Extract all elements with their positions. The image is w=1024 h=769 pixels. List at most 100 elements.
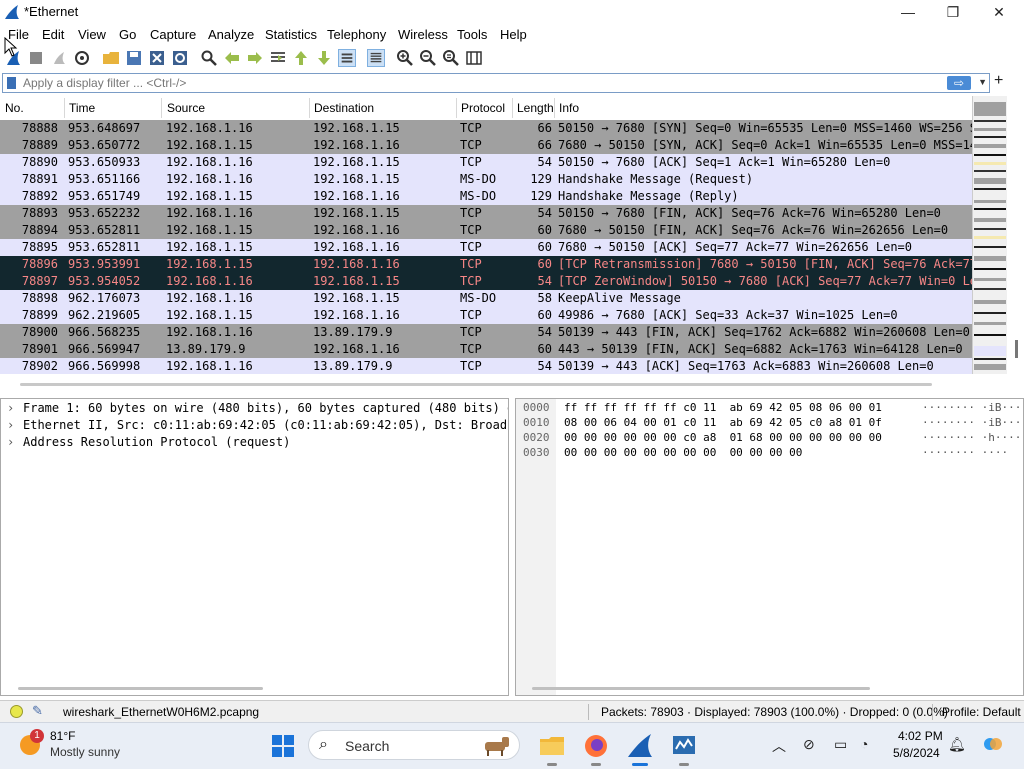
restart-capture-icon[interactable] <box>50 49 68 67</box>
packet-details-pane[interactable]: › Frame 1: 60 bytes on wire (480 bits), 6… <box>0 398 509 696</box>
column-header-time[interactable]: Time <box>69 101 95 115</box>
packet-minimap[interactable] <box>972 96 1007 374</box>
byte-ascii[interactable]: ········ ·h······ <box>922 431 1023 444</box>
stop-capture-icon[interactable] <box>27 49 45 67</box>
detail-ethernet[interactable]: › Ethernet II, Src: c0:11:ab:69:42:05 (c0… <box>7 418 508 432</box>
profile-selector[interactable]: Profile: Default <box>942 705 1021 719</box>
start-button[interactable] <box>272 735 294 757</box>
byte-ascii[interactable]: ········ ·iB····· <box>922 401 1023 414</box>
resize-columns-icon[interactable] <box>465 49 483 67</box>
table-row[interactable]: 78902 966.569998 192.168.1.16 13.89.179.9 TC… <box>0 358 972 374</box>
reload-file-icon[interactable] <box>171 49 189 67</box>
column-separator[interactable] <box>309 98 310 118</box>
column-header-destination[interactable]: Destination <box>314 101 374 115</box>
byte-ascii[interactable]: ········ ···· <box>922 446 1008 459</box>
auto-scroll-icon[interactable] <box>338 49 356 67</box>
table-row[interactable]: 78890 953.650933 192.168.1.16 192.168.1.15 T… <box>0 154 972 171</box>
capture-options-icon[interactable] <box>73 49 91 67</box>
copilot-icon[interactable] <box>982 733 1004 758</box>
add-filter-button[interactable]: + <box>994 72 1003 90</box>
go-back-icon[interactable] <box>223 49 241 67</box>
menu-telephony[interactable]: Telephony <box>327 27 386 42</box>
column-separator[interactable] <box>554 98 555 118</box>
byte-hex[interactable]: 08 00 06 04 00 01 c0 11 ab 69 42 05 c0 a… <box>564 416 882 429</box>
last-packet-icon[interactable] <box>315 49 333 67</box>
column-header-no[interactable]: No. <box>5 101 24 115</box>
column-header-source[interactable]: Source <box>167 101 205 115</box>
column-header-length[interactable]: Length <box>517 101 553 115</box>
column-header-info[interactable]: Info <box>559 101 579 115</box>
table-row[interactable]: 78895 953.652811 192.168.1.15 192.168.1.16 T… <box>0 239 972 256</box>
bookmark-icon[interactable] <box>7 77 16 89</box>
maximize-button[interactable]: ❐ <box>930 0 976 24</box>
byte-ascii[interactable]: ········ ·iB····· <box>922 416 1023 429</box>
firefox-icon[interactable] <box>582 732 610 766</box>
packet-list[interactable]: No. Time Source Destination Protocol Len… <box>0 96 972 374</box>
table-row[interactable]: 78898 962.176073 192.168.1.16 192.168.1.15 M… <box>0 290 972 307</box>
table-row[interactable]: 78897 953.954052 192.168.1.16 192.168.1.15 T… <box>0 273 972 290</box>
first-packet-icon[interactable] <box>292 49 310 67</box>
byte-hex[interactable]: ff ff ff ff ff ff c0 11 ab 69 42 05 08 0… <box>564 401 882 414</box>
vscroll-thumb[interactable] <box>1015 340 1018 358</box>
menu-view[interactable]: View <box>78 27 106 42</box>
menu-capture[interactable]: Capture <box>150 27 196 42</box>
column-separator[interactable] <box>64 98 65 118</box>
byte-hex[interactable]: 00 00 00 00 00 00 c0 a8 01 68 00 00 00 0… <box>564 431 882 444</box>
table-row[interactable]: 78892 953.651749 192.168.1.15 192.168.1.16 M… <box>0 188 972 205</box>
display-icon[interactable]: ▭ <box>834 736 847 753</box>
network-app-icon[interactable] <box>670 732 698 766</box>
column-separator[interactable] <box>161 98 162 118</box>
column-header-protocol[interactable]: Protocol <box>461 101 505 115</box>
menu-statistics[interactable]: Statistics <box>265 27 317 42</box>
detail-frame[interactable]: › Frame 1: 60 bytes on wire (480 bits), 6… <box>7 401 508 415</box>
find-packet-icon[interactable] <box>200 49 218 67</box>
file-explorer-icon[interactable] <box>538 732 566 766</box>
detail-arp[interactable]: › Address Resolution Protocol (request) <box>7 435 290 449</box>
go-forward-icon[interactable] <box>246 49 264 67</box>
menu-help[interactable]: Help <box>500 27 527 42</box>
table-row[interactable]: 78888 953.648697 192.168.1.16 192.168.1.15 T… <box>0 120 972 137</box>
column-separator[interactable] <box>456 98 457 118</box>
wireshark-taskbar-icon[interactable] <box>626 732 654 766</box>
expert-info-status-icon[interactable] <box>10 705 23 718</box>
menu-analyze[interactable]: Analyze <box>208 27 254 42</box>
byte-hex[interactable]: 00 00 00 00 00 00 00 00 00 00 00 00 <box>564 446 802 459</box>
close-file-icon[interactable] <box>148 49 166 67</box>
details-hscrollbar[interactable] <box>18 687 263 690</box>
table-row[interactable]: 78900 966.568235 192.168.1.16 13.89.179.9 TC… <box>0 324 972 341</box>
table-row[interactable]: 78893 953.652232 192.168.1.16 192.168.1.15 T… <box>0 205 972 222</box>
minimize-button[interactable]: — <box>885 0 931 24</box>
filter-history-dropdown-icon[interactable]: ▼ <box>978 77 987 87</box>
bytes-hscrollbar[interactable] <box>532 687 870 690</box>
open-file-icon[interactable] <box>102 49 120 67</box>
menu-edit[interactable]: Edit <box>42 27 64 42</box>
zoom-out-icon[interactable] <box>419 49 437 67</box>
no-wifi-icon[interactable]: ⊘ <box>803 736 815 753</box>
table-row[interactable]: 78899 962.219605 192.168.1.15 192.168.1.16 T… <box>0 307 972 324</box>
table-row[interactable]: 78891 953.651166 192.168.1.16 192.168.1.15 M… <box>0 171 972 188</box>
expand-arrow-icon[interactable]: › <box>7 435 23 449</box>
sound-icon[interactable]: ◔ <box>860 736 868 752</box>
expand-arrow-icon[interactable]: › <box>7 401 23 415</box>
close-button[interactable]: ✕ <box>976 0 1022 24</box>
notifications-bell-icon[interactable]: 🔔︎ <box>948 736 966 753</box>
menu-tools[interactable]: Tools <box>457 27 487 42</box>
menu-wireless[interactable]: Wireless <box>398 27 448 42</box>
taskbar-search[interactable]: ⌕ Search <box>308 730 520 760</box>
go-to-packet-icon[interactable] <box>269 49 287 67</box>
menu-go[interactable]: Go <box>119 27 136 42</box>
packet-list-hscrollbar[interactable] <box>20 383 932 386</box>
column-separator[interactable] <box>512 98 513 118</box>
save-file-icon[interactable] <box>125 49 143 67</box>
packet-bytes-pane[interactable]: 0000 ff ff ff ff ff ff c0 11 ab 69 42 05… <box>515 398 1024 696</box>
packet-list-vscrollbar[interactable] <box>1010 96 1024 374</box>
table-row[interactable]: 78894 953.652811 192.168.1.15 192.168.1.16 T… <box>0 222 972 239</box>
table-row[interactable]: 78901 966.569947 13.89.179.9 192.168.1.16 TC… <box>0 341 972 358</box>
display-filter-input[interactable]: Apply a display filter ... <Ctrl-/> ⇨ ▼ <box>2 73 990 93</box>
normal-size-icon[interactable] <box>442 49 460 67</box>
chevron-up-icon[interactable]: ︿ <box>772 736 786 756</box>
table-row[interactable]: 78889 953.650772 192.168.1.15 192.168.1.16 T… <box>0 137 972 154</box>
zoom-in-icon[interactable] <box>396 49 414 67</box>
table-row[interactable]: 78896 953.953991 192.168.1.15 192.168.1.16 T… <box>0 256 972 273</box>
apply-filter-arrow-icon[interactable]: ⇨ <box>947 76 971 90</box>
